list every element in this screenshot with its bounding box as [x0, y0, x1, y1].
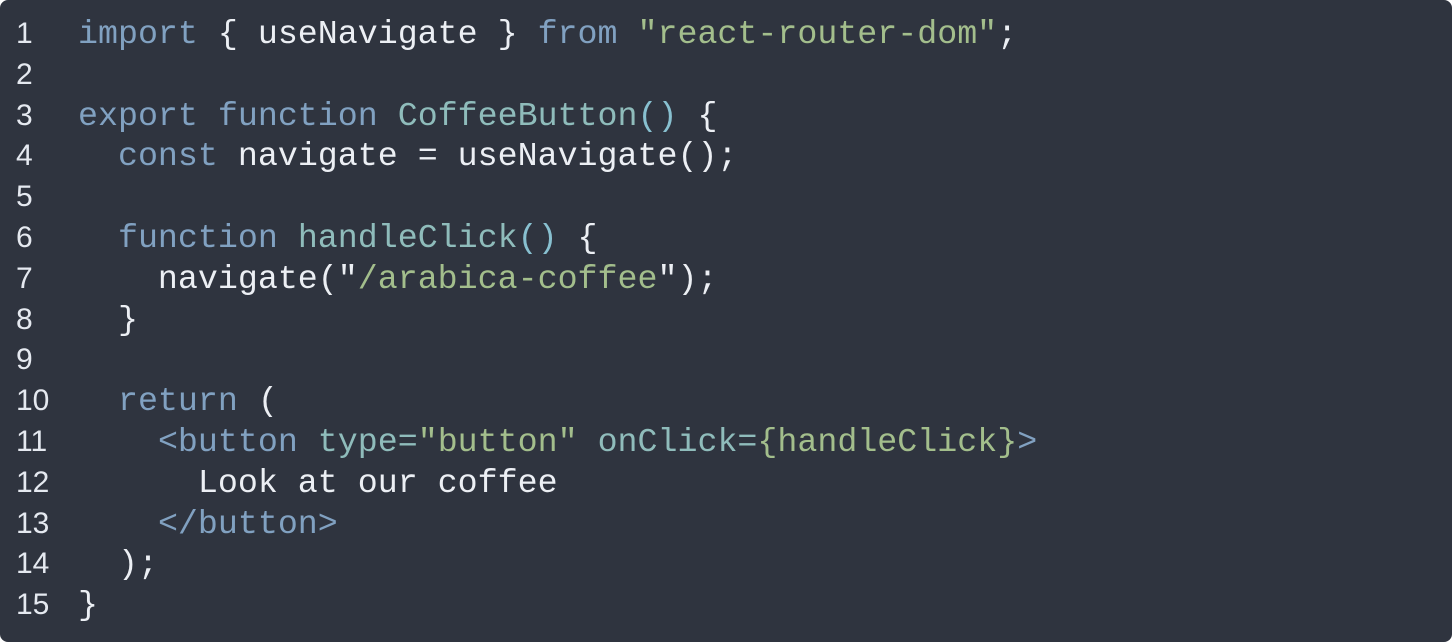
code-token: { useNavigate }	[197, 15, 538, 53]
line-number: 2	[16, 57, 33, 91]
code-token: CoffeeButton	[397, 96, 638, 135]
line-code: }	[78, 585, 98, 626]
code-line: 14 );	[0, 544, 1452, 585]
code-line: 9	[0, 340, 1452, 381]
code-token: function	[217, 96, 378, 135]
code-block: 1 import { useNavigate } from "react-rout…	[0, 0, 1452, 642]
line-number: 7	[16, 261, 33, 295]
line-number: 4	[16, 139, 33, 173]
code-token: function	[117, 218, 278, 257]
line-number: 8	[16, 302, 33, 336]
code-line: 7 navigate("/arabica-coffee");	[0, 259, 1452, 300]
code-token: ");	[657, 259, 718, 298]
line-code: import { useNavigate } from "react-route…	[78, 14, 1017, 55]
line-number: 6	[16, 220, 33, 254]
code-token: "react-router-dom"	[637, 15, 998, 53]
code-token: );	[78, 545, 158, 584]
code-token: ;	[997, 15, 1018, 53]
code-line: 5	[0, 177, 1452, 218]
line-code: const navigate = useNavigate();	[78, 136, 737, 177]
code-token: }	[78, 300, 138, 339]
line-number: 14	[16, 547, 50, 581]
code-token: navigate("	[78, 259, 358, 298]
code-line: 11 <button type="button" onClick={handle…	[0, 422, 1452, 463]
code-token: export	[78, 96, 198, 135]
line-number: 5	[16, 180, 33, 214]
code-line: 3 export function CoffeeButton() {	[0, 96, 1452, 137]
code-token: </button>	[157, 504, 338, 543]
code-line: 2	[0, 55, 1452, 96]
code-token: {	[677, 96, 718, 135]
code-token: onClick=	[597, 422, 758, 461]
line-code: export function CoffeeButton() {	[78, 96, 717, 137]
line-code: Look at our coffee	[78, 463, 558, 504]
code-token: type=	[317, 422, 418, 461]
line-number: 3	[16, 98, 33, 132]
code-token: /arabica-coffee	[357, 259, 658, 298]
code-token: navigate = useNavigate();	[217, 137, 738, 176]
code-token: {	[557, 218, 598, 257]
code-line: 8 }	[0, 300, 1452, 341]
code-token: const	[117, 137, 218, 176]
line-number: 1	[16, 17, 33, 50]
line-number: 12	[16, 465, 50, 499]
line-code: <button type="button" onClick={handleCli…	[78, 422, 1037, 463]
line-code: </button>	[78, 504, 338, 545]
code-token: from	[537, 15, 618, 53]
code-token: import	[78, 15, 198, 53]
code-line: 10 return (	[0, 381, 1452, 422]
code-line: 12 Look at our coffee	[0, 463, 1452, 504]
line-code: function handleClick() {	[78, 218, 598, 259]
code-token: <button	[157, 422, 298, 461]
line-number: 11	[16, 424, 48, 458]
line-number: 13	[16, 506, 50, 540]
code-token: (	[237, 382, 278, 421]
code-token: "button"	[417, 422, 578, 461]
code-token: return	[117, 382, 238, 421]
code-line: 15}	[0, 585, 1452, 626]
code-token: Look at our coffee	[78, 463, 558, 502]
code-line: 13 </button>	[0, 504, 1452, 545]
code-token: ()	[637, 96, 678, 135]
code-token: handleClick	[297, 218, 518, 257]
line-number: 10	[16, 384, 50, 418]
code-token: }	[78, 586, 98, 625]
code-line: 6 function handleClick() {	[0, 218, 1452, 259]
line-code: return (	[78, 381, 278, 422]
code-token: >	[1017, 422, 1038, 461]
line-code: navigate("/arabica-coffee");	[78, 259, 718, 300]
line-number: 9	[16, 343, 33, 377]
code-token: ()	[517, 218, 558, 257]
code-line: 4 const navigate = useNavigate();	[0, 136, 1452, 177]
code-line: 1 import { useNavigate } from "react-rout…	[0, 14, 1452, 55]
line-number: 15	[16, 588, 50, 622]
code-token: {handleClick}	[757, 422, 1018, 461]
line-code: );	[78, 544, 158, 585]
line-code: }	[78, 300, 138, 341]
